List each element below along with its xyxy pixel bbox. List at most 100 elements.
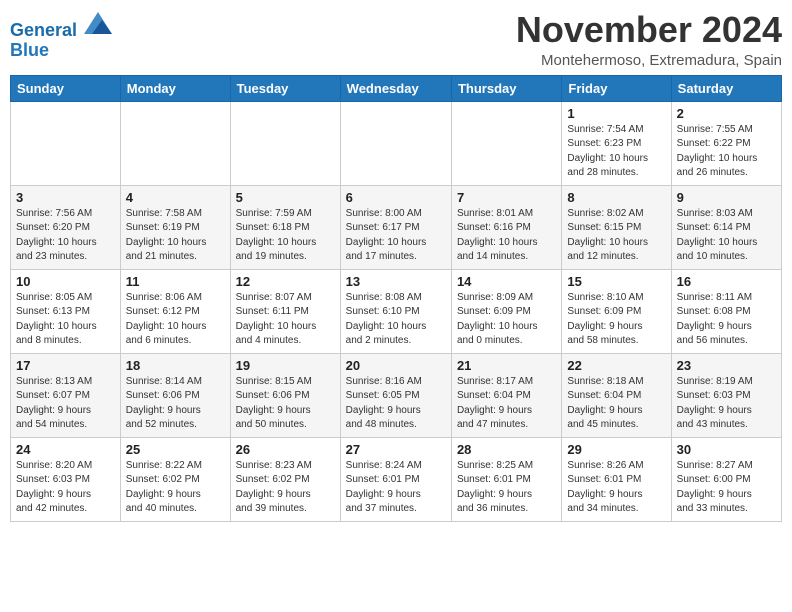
day-info: Sunrise: 8:20 AMSunset: 6:03 PMDaylight:…: [16, 459, 115, 517]
day-info: Sunrise: 8:05 AMSunset: 6:13 PMDaylight:…: [16, 291, 115, 349]
weekday-header-friday: Friday: [562, 75, 671, 101]
day-number: 3: [16, 190, 115, 205]
week-row-5: 24 Sunrise: 8:20 AMSunset: 6:03 PMDayligh…: [11, 437, 782, 521]
calendar-cell: 14 Sunrise: 8:09 AMSunset: 6:09 PMDayligh…: [451, 269, 561, 353]
calendar-cell: 13 Sunrise: 8:08 AMSunset: 6:10 PMDayligh…: [340, 269, 451, 353]
weekday-header-row: SundayMondayTuesdayWednesdayThursdayFrid…: [11, 75, 782, 101]
day-number: 22: [567, 358, 665, 373]
calendar-cell: 5 Sunrise: 7:59 AMSunset: 6:18 PMDaylight…: [230, 185, 340, 269]
calendar-cell: 16Sunrise: 8:11 AMSunset: 6:08 PMDayligh…: [671, 269, 781, 353]
day-number: 14: [457, 274, 556, 289]
day-info: Sunrise: 7:54 AMSunset: 6:23 PMDaylight:…: [567, 123, 665, 181]
day-number: 29: [567, 442, 665, 457]
day-number: 11: [126, 274, 225, 289]
day-info: Sunrise: 7:56 AMSunset: 6:20 PMDaylight:…: [16, 207, 115, 265]
day-info: Sunrise: 7:59 AMSunset: 6:18 PMDaylight:…: [236, 207, 335, 265]
day-info: Sunrise: 8:16 AMSunset: 6:05 PMDaylight:…: [346, 375, 446, 433]
day-number: 12: [236, 274, 335, 289]
logo: General Blue: [10, 14, 112, 61]
day-info: Sunrise: 8:10 AMSunset: 6:09 PMDaylight:…: [567, 291, 665, 349]
day-info: Sunrise: 8:18 AMSunset: 6:04 PMDaylight:…: [567, 375, 665, 433]
day-number: 25: [126, 442, 225, 457]
logo-line1: General: [10, 20, 77, 40]
day-info: Sunrise: 7:55 AMSunset: 6:22 PMDaylight:…: [677, 123, 776, 181]
calendar-cell: 30 Sunrise: 8:27 AMSunset: 6:00 PMDayligh…: [671, 437, 781, 521]
day-info: Sunrise: 8:02 AMSunset: 6:15 PMDaylight:…: [567, 207, 665, 265]
calendar-cell: 21 Sunrise: 8:17 AMSunset: 6:04 PMDayligh…: [451, 353, 561, 437]
logo-icon: [84, 12, 112, 34]
day-number: 6: [346, 190, 446, 205]
day-number: 18: [126, 358, 225, 373]
day-info: Sunrise: 8:13 AMSunset: 6:07 PMDaylight:…: [16, 375, 115, 433]
day-number: 21: [457, 358, 556, 373]
calendar-cell: 1Sunrise: 7:54 AMSunset: 6:23 PMDaylight…: [562, 101, 671, 185]
week-row-2: 3 Sunrise: 7:56 AMSunset: 6:20 PMDaylight…: [11, 185, 782, 269]
calendar-cell: 3 Sunrise: 7:56 AMSunset: 6:20 PMDaylight…: [11, 185, 121, 269]
weekday-header-thursday: Thursday: [451, 75, 561, 101]
day-info: Sunrise: 8:17 AMSunset: 6:04 PMDaylight:…: [457, 375, 556, 433]
day-number: 23: [677, 358, 776, 373]
day-info: Sunrise: 8:25 AMSunset: 6:01 PMDaylight:…: [457, 459, 556, 517]
day-number: 13: [346, 274, 446, 289]
calendar-cell: 18 Sunrise: 8:14 AMSunset: 6:06 PMDayligh…: [120, 353, 230, 437]
day-number: 19: [236, 358, 335, 373]
calendar-cell: 2 Sunrise: 7:55 AMSunset: 6:22 PMDaylight…: [671, 101, 781, 185]
day-info: Sunrise: 8:14 AMSunset: 6:06 PMDaylight:…: [126, 375, 225, 433]
day-info: Sunrise: 8:23 AMSunset: 6:02 PMDaylight:…: [236, 459, 335, 517]
calendar-table: SundayMondayTuesdayWednesdayThursdayFrid…: [10, 75, 782, 522]
day-info: Sunrise: 8:06 AMSunset: 6:12 PMDaylight:…: [126, 291, 225, 349]
calendar-cell: 15 Sunrise: 8:10 AMSunset: 6:09 PMDayligh…: [562, 269, 671, 353]
day-info: Sunrise: 8:11 AMSunset: 6:08 PMDaylight:…: [677, 291, 776, 349]
calendar-cell: 19 Sunrise: 8:15 AMSunset: 6:06 PMDayligh…: [230, 353, 340, 437]
weekday-header-monday: Monday: [120, 75, 230, 101]
week-row-1: 1Sunrise: 7:54 AMSunset: 6:23 PMDaylight…: [11, 101, 782, 185]
calendar-cell: [120, 101, 230, 185]
day-number: 4: [126, 190, 225, 205]
month-title: November 2024: [516, 10, 782, 50]
page-header: General Blue November 2024 Montehermoso,…: [10, 10, 782, 69]
calendar-cell: 25 Sunrise: 8:22 AMSunset: 6:02 PMDayligh…: [120, 437, 230, 521]
day-number: 24: [16, 442, 115, 457]
day-info: Sunrise: 8:26 AMSunset: 6:01 PMDaylight:…: [567, 459, 665, 517]
calendar-cell: 27 Sunrise: 8:24 AMSunset: 6:01 PMDayligh…: [340, 437, 451, 521]
day-info: Sunrise: 8:00 AMSunset: 6:17 PMDaylight:…: [346, 207, 446, 265]
weekday-header-saturday: Saturday: [671, 75, 781, 101]
calendar-cell: 24 Sunrise: 8:20 AMSunset: 6:03 PMDayligh…: [11, 437, 121, 521]
day-number: 8: [567, 190, 665, 205]
calendar-cell: 22 Sunrise: 8:18 AMSunset: 6:04 PMDayligh…: [562, 353, 671, 437]
calendar-cell: 6 Sunrise: 8:00 AMSunset: 6:17 PMDaylight…: [340, 185, 451, 269]
week-row-3: 10 Sunrise: 8:05 AMSunset: 6:13 PMDayligh…: [11, 269, 782, 353]
weekday-header-wednesday: Wednesday: [340, 75, 451, 101]
calendar-cell: 8 Sunrise: 8:02 AMSunset: 6:15 PMDaylight…: [562, 185, 671, 269]
calendar-cell: 4Sunrise: 7:58 AMSunset: 6:19 PMDaylight…: [120, 185, 230, 269]
day-info: Sunrise: 8:15 AMSunset: 6:06 PMDaylight:…: [236, 375, 335, 433]
calendar-cell: 28Sunrise: 8:25 AMSunset: 6:01 PMDayligh…: [451, 437, 561, 521]
logo-text: General Blue: [10, 14, 112, 61]
calendar-cell: 12Sunrise: 8:07 AMSunset: 6:11 PMDayligh…: [230, 269, 340, 353]
calendar-cell: 7 Sunrise: 8:01 AMSunset: 6:16 PMDaylight…: [451, 185, 561, 269]
day-number: 20: [346, 358, 446, 373]
week-row-4: 17Sunrise: 8:13 AMSunset: 6:07 PMDayligh…: [11, 353, 782, 437]
day-info: Sunrise: 8:27 AMSunset: 6:00 PMDaylight:…: [677, 459, 776, 517]
day-number: 10: [16, 274, 115, 289]
day-number: 30: [677, 442, 776, 457]
day-info: Sunrise: 8:01 AMSunset: 6:16 PMDaylight:…: [457, 207, 556, 265]
calendar-cell: 20 Sunrise: 8:16 AMSunset: 6:05 PMDayligh…: [340, 353, 451, 437]
day-number: 15: [567, 274, 665, 289]
day-number: 5: [236, 190, 335, 205]
calendar-cell: [451, 101, 561, 185]
weekday-header-sunday: Sunday: [11, 75, 121, 101]
calendar-cell: 29 Sunrise: 8:26 AMSunset: 6:01 PMDayligh…: [562, 437, 671, 521]
calendar-cell: 9Sunrise: 8:03 AMSunset: 6:14 PMDaylight…: [671, 185, 781, 269]
day-info: Sunrise: 8:22 AMSunset: 6:02 PMDaylight:…: [126, 459, 225, 517]
day-info: Sunrise: 8:09 AMSunset: 6:09 PMDaylight:…: [457, 291, 556, 349]
calendar-cell: [340, 101, 451, 185]
calendar-cell: 23Sunrise: 8:19 AMSunset: 6:03 PMDayligh…: [671, 353, 781, 437]
day-info: Sunrise: 8:24 AMSunset: 6:01 PMDaylight:…: [346, 459, 446, 517]
day-number: 27: [346, 442, 446, 457]
day-number: 9: [677, 190, 776, 205]
day-number: 2: [677, 106, 776, 121]
calendar-cell: 11 Sunrise: 8:06 AMSunset: 6:12 PMDayligh…: [120, 269, 230, 353]
day-number: 7: [457, 190, 556, 205]
day-info: Sunrise: 8:08 AMSunset: 6:10 PMDaylight:…: [346, 291, 446, 349]
